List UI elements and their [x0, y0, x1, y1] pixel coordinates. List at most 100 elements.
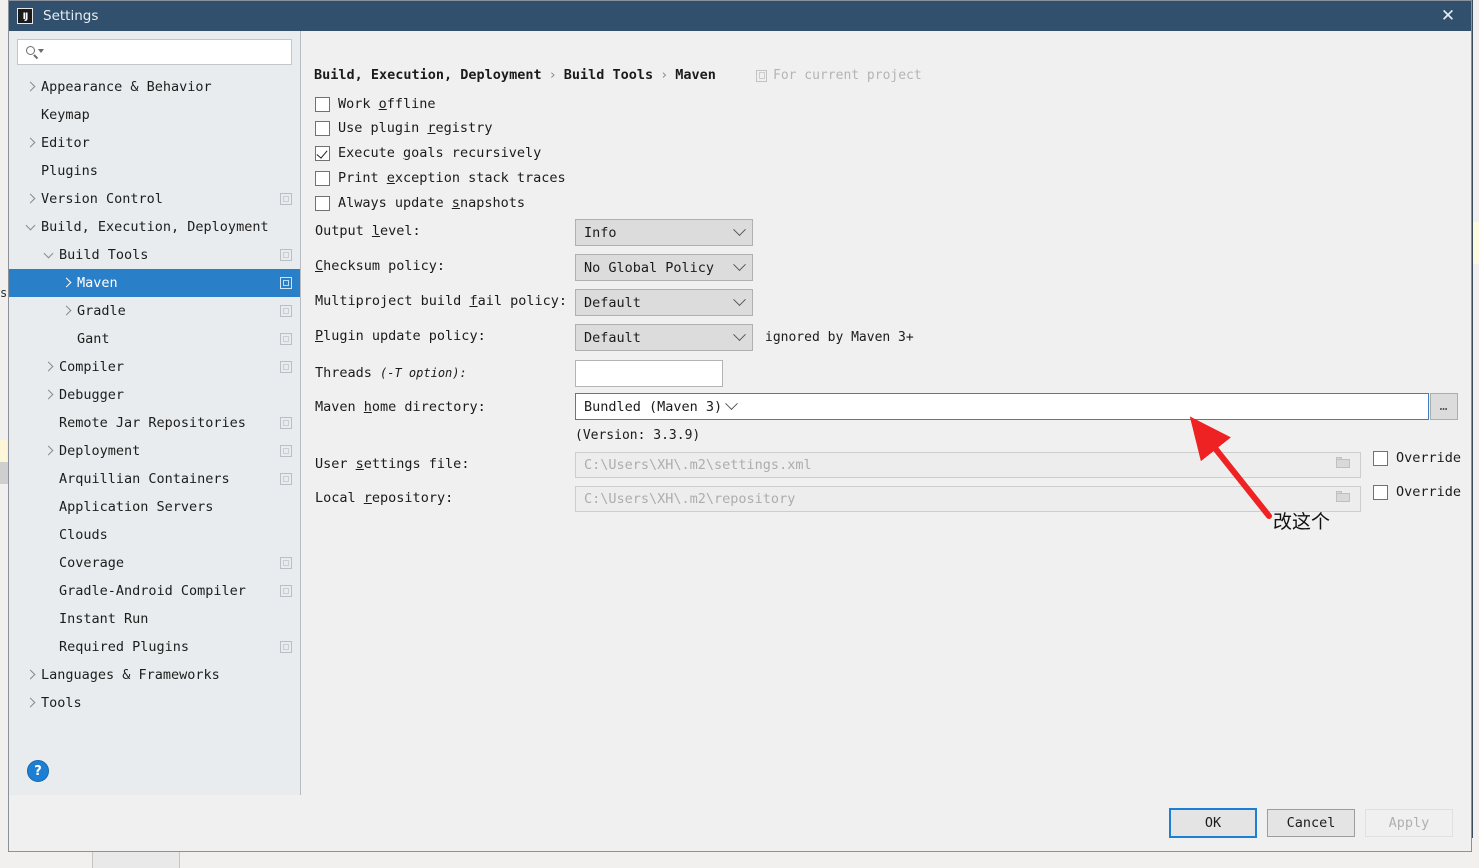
sidebar-item-label: Instant Run: [59, 611, 149, 627]
threads-input[interactable]: [575, 360, 723, 387]
sidebar-item-keymap[interactable]: Keymap: [9, 101, 300, 129]
maven-version-note: (Version: 3.3.9): [575, 428, 701, 443]
apply-button[interactable]: Apply: [1365, 809, 1453, 837]
checkbox-work-offline[interactable]: Work offline: [315, 96, 436, 112]
cancel-button[interactable]: Cancel: [1267, 809, 1355, 837]
user-settings-override-row[interactable]: Override: [1373, 450, 1461, 466]
output-level-combo[interactable]: Info: [575, 219, 753, 246]
maven-home-browse-button[interactable]: …: [1430, 393, 1458, 420]
dialog-title: Settings: [43, 8, 99, 24]
chevron-right-icon[interactable]: [59, 303, 75, 319]
breadcrumb-part: Build, Execution, Deployment: [314, 67, 542, 83]
chevron-right-icon[interactable]: [41, 387, 57, 403]
breadcrumb-separator: ›: [548, 67, 557, 83]
project-scope-icon: [280, 445, 292, 457]
checksum-policy-value: No Global Policy: [584, 259, 715, 276]
sidebar-item-gradle-android-compiler[interactable]: Gradle-Android Compiler: [9, 577, 300, 605]
checkbox-box[interactable]: [315, 145, 330, 161]
sidebar-footer: ?: [9, 747, 300, 795]
search-box[interactable]: [17, 39, 292, 65]
checkbox-execute-goals-recursively[interactable]: Execute goals recursively: [315, 145, 541, 161]
sidebar-item-languages-frameworks[interactable]: Languages & Frameworks: [9, 661, 300, 689]
maven-home-value: Bundled (Maven 3): [584, 398, 723, 415]
sidebar-item-version-control[interactable]: Version Control: [9, 185, 300, 213]
sidebar-item-label: Remote Jar Repositories: [59, 415, 246, 431]
search-input[interactable]: [44, 40, 291, 64]
chevron-right-icon[interactable]: [41, 443, 57, 459]
user-settings-folder-button[interactable]: [1336, 457, 1344, 476]
maven-home-combo[interactable]: Bundled (Maven 3): [575, 393, 1429, 420]
sidebar-item-label: Clouds: [59, 527, 108, 543]
chevron-right-icon[interactable]: [23, 667, 39, 683]
chevron-down-icon[interactable]: [41, 247, 57, 263]
breadcrumb-separator: ›: [660, 67, 669, 83]
chevron-right-icon[interactable]: [23, 695, 39, 711]
local-repository-folder-button[interactable]: [1336, 491, 1344, 510]
sidebar-item-compiler[interactable]: Compiler: [9, 353, 300, 381]
chevron-right-icon[interactable]: [59, 275, 75, 291]
sidebar-item-application-servers[interactable]: Application Servers: [9, 493, 300, 521]
sidebar-item-deployment[interactable]: Deployment: [9, 437, 300, 465]
sidebar-item-arquillian-containers[interactable]: Arquillian Containers: [9, 465, 300, 493]
checkbox-use-plugin-registry[interactable]: Use plugin registry: [315, 120, 492, 136]
sidebar-item-label: Build Tools: [59, 247, 149, 263]
checksum-policy-combo[interactable]: No Global Policy: [575, 254, 753, 281]
plugin-update-policy-combo[interactable]: Default: [575, 324, 753, 351]
checkbox-box[interactable]: [315, 170, 330, 186]
sidebar-item-plugins[interactable]: Plugins: [9, 157, 300, 185]
chevron-right-icon[interactable]: [41, 359, 57, 375]
project-scope-icon: [280, 641, 292, 653]
chevron-right-icon[interactable]: [23, 135, 39, 151]
user-settings-override-checkbox[interactable]: [1373, 450, 1388, 466]
sidebar-item-label: Keymap: [41, 107, 90, 123]
local-repository-override-checkbox[interactable]: [1373, 484, 1388, 500]
sidebar-item-label: Debugger: [59, 387, 125, 403]
project-scope-icon: [280, 249, 292, 261]
intellij-idea-icon: IJ: [17, 8, 33, 24]
close-icon[interactable]: ✕: [1425, 1, 1471, 31]
sidebar-item-tools[interactable]: Tools: [9, 689, 300, 717]
local-repository-override-row[interactable]: Override: [1373, 484, 1461, 500]
multiproject-fail-policy-combo[interactable]: Default: [575, 289, 753, 316]
help-button[interactable]: ?: [27, 760, 49, 782]
checkbox-box[interactable]: [315, 195, 330, 211]
sidebar-item-gant[interactable]: Gant: [9, 325, 300, 353]
ok-button[interactable]: OK: [1169, 808, 1257, 838]
project-scope-icon: [280, 277, 292, 289]
checkbox-always-update-snapshots[interactable]: Always update snapshots: [315, 195, 525, 211]
sidebar-item-appearance-behavior[interactable]: Appearance & Behavior: [9, 73, 300, 101]
chevron-right-icon[interactable]: [23, 79, 39, 95]
sidebar-item-maven[interactable]: Maven: [9, 269, 300, 297]
scope-label-text: For current project: [773, 68, 922, 83]
checkbox-box[interactable]: [315, 96, 330, 112]
checkbox-label: Execute goals recursively: [338, 145, 542, 161]
sidebar-item-gradle[interactable]: Gradle: [9, 297, 300, 325]
sidebar-item-label: Tools: [41, 695, 82, 711]
sidebar-item-build-execution-deployment[interactable]: Build, Execution, Deployment: [9, 213, 300, 241]
sidebar-item-instant-run[interactable]: Instant Run: [9, 605, 300, 633]
sidebar-item-build-tools[interactable]: Build Tools: [9, 241, 300, 269]
sidebar-item-remote-jar-repositories[interactable]: Remote Jar Repositories: [9, 409, 300, 437]
project-scope-icon: [280, 557, 292, 569]
threads-label: Threads (-T option):: [315, 365, 467, 381]
checkbox-print-exception-stack-traces[interactable]: Print exception stack traces: [315, 170, 566, 186]
dialog-footer: OK Cancel Apply: [9, 795, 1471, 851]
chevron-right-icon[interactable]: [23, 191, 39, 207]
sidebar-item-clouds[interactable]: Clouds: [9, 521, 300, 549]
user-settings-file-input[interactable]: C:\Users\XH\.m2\settings.xml: [575, 452, 1361, 478]
checkbox-box[interactable]: [315, 120, 330, 136]
sidebar-item-required-plugins[interactable]: Required Plugins: [9, 633, 300, 661]
sidebar-item-label: Editor: [41, 135, 90, 151]
sidebar-item-debugger[interactable]: Debugger: [9, 381, 300, 409]
sidebar-item-editor[interactable]: Editor: [9, 129, 300, 157]
sidebar-item-label: Compiler: [59, 359, 125, 375]
annotation-text: 改这个: [1273, 511, 1331, 533]
local-repository-input[interactable]: C:\Users\XH\.m2\repository: [575, 486, 1361, 512]
sidebar-item-label: Plugins: [41, 163, 98, 179]
chevron-down-icon[interactable]: [23, 219, 39, 235]
sidebar-item-coverage[interactable]: Coverage: [9, 549, 300, 577]
